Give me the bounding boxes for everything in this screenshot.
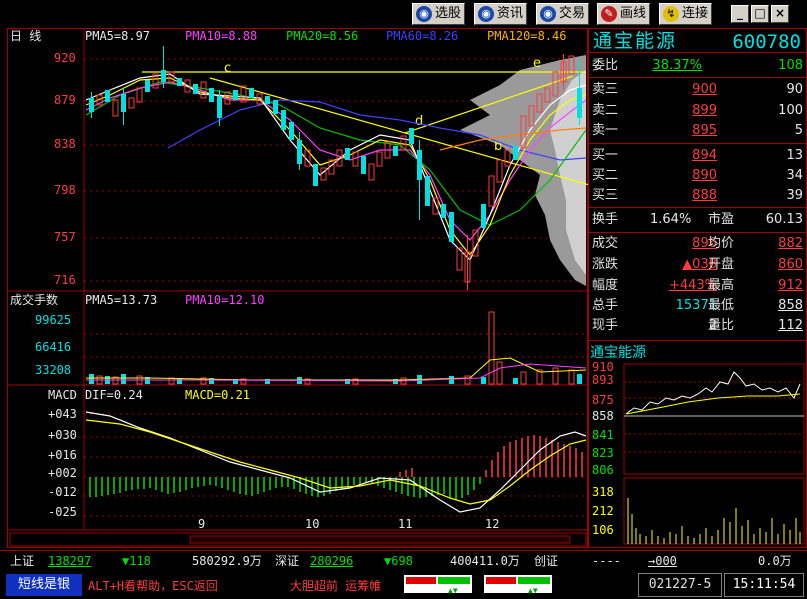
chart-scrollbar[interactable] — [9, 532, 587, 547]
volume-bars — [86, 311, 587, 385]
close-button[interactable]: × — [771, 5, 789, 23]
mini-vol-tick: 212 — [592, 504, 614, 518]
macd-title: MACD — [48, 388, 77, 402]
ask-row-2[interactable]: 卖二 899 100 — [588, 101, 807, 121]
stat-row-volume: 成交 896 均价 882 — [592, 236, 803, 251]
brand-label[interactable]: 短线是银 — [6, 574, 82, 596]
macd-tick: +043 — [48, 407, 77, 421]
macd-tick: +030 — [48, 428, 77, 442]
mini-price-tick: 841 — [592, 428, 614, 442]
turnover-row: 换手 1.64% 市盈 60.13 — [592, 212, 803, 227]
cy-label: 创证 — [534, 554, 559, 568]
cy-amount: 0.0万 — [758, 554, 792, 568]
weibi-row: 委比 38.37% 108 — [592, 58, 803, 73]
bottom-status-bar: 短线是银 ALT+H看帮助，ESC返回 大胆超前 运筹帷 ▲▼ ▲▼ 02122… — [0, 572, 807, 599]
connect-icon: ↯ — [663, 6, 679, 22]
time-display: 15:11:54 — [724, 573, 804, 597]
volume-pma10: PMA10=12.10 — [185, 293, 265, 307]
macd-tick: +016 — [48, 448, 77, 462]
x-tick: 12 — [485, 517, 500, 531]
sh-index: 138297 — [48, 554, 92, 568]
mini-price-tick: 875 — [592, 393, 614, 407]
macd-dif: DIF=0.24 — [85, 388, 143, 402]
sh-amount: 580292.9万 — [192, 554, 262, 568]
macd-tick: -025 — [48, 505, 77, 519]
stat-row-change: 涨跌 ▲038 开盘 860 — [592, 257, 803, 272]
annotation-d: d — [415, 114, 423, 129]
draw-icon: ✎ — [601, 6, 617, 22]
bid-row-3[interactable]: 买三 888 39 — [588, 186, 807, 206]
macd-tick: -012 — [48, 485, 77, 499]
sh-label: 上证 — [10, 554, 35, 568]
cy-arrow: →000 — [648, 554, 677, 568]
help-text: ALT+H看帮助，ESC返回 — [88, 579, 218, 593]
stat-row-total: 总手 15371 最低 858 — [592, 298, 803, 313]
annotation-e: e — [533, 56, 541, 71]
volume-tick: 99625 — [35, 313, 72, 327]
sh-change: ▼118 — [122, 554, 151, 568]
stock-terminal-window: ◉ 选股 ◉ 资讯 ◉ 交易 ✎ 画线 ↯ 连接 _ □ × 日 线 PMA5=8.97 … — [0, 0, 807, 599]
mini-price-tick: 858 — [592, 409, 614, 423]
cy-dash: ---- — [592, 554, 621, 568]
ask-row-1[interactable]: 卖一 895 5 — [588, 121, 807, 141]
macd-tick: +002 — [48, 466, 77, 480]
minimize-button[interactable]: _ — [731, 5, 749, 23]
buy-sell-indicator-2: ▲▼ — [484, 575, 552, 595]
draw-line-button[interactable]: ✎ 画线 — [597, 3, 651, 25]
x-tick: 10 — [305, 517, 320, 531]
quote-panel: 通宝能源 600780 委比 38.37% 108 卖三 900 90 卖二 899 1… — [588, 28, 807, 548]
mini-price-tick: 823 — [592, 446, 614, 460]
connect-button[interactable]: ↯ 连接 — [659, 3, 713, 25]
slogan-text: 大胆超前 运筹帷 — [290, 579, 382, 593]
sz-label: 深证 — [275, 554, 300, 568]
intraday-minichart[interactable] — [588, 358, 807, 548]
mini-price-tick: 806 — [592, 463, 614, 477]
date-display: 021227-5 — [638, 573, 722, 597]
volume-tick: 33208 — [35, 363, 72, 377]
mini-price-tick: 893 — [592, 373, 614, 387]
stock-code: 600780 — [732, 31, 801, 53]
volume-pma5: PMA5=13.73 — [85, 293, 158, 307]
kline-chart[interactable]: c d b e a — [0, 0, 588, 548]
stock-name: 通宝能源 — [593, 30, 678, 52]
x-tick: 11 — [398, 517, 413, 531]
sz-amount: 400411.0万 — [450, 554, 520, 568]
maximize-button[interactable]: □ — [751, 5, 769, 23]
stat-row-range: 幅度 +443% 最高 912 — [592, 278, 803, 293]
market-index-bar: 上证 138297 ▼118 580292.9万 深证 280296 ▼698 … — [0, 550, 807, 570]
mini-vol-tick: 318 — [592, 485, 614, 499]
volume-tick: 66416 — [35, 340, 72, 354]
stat-row-current: 现手 2 量比 112 — [592, 318, 803, 333]
mini-vol-tick: 106 — [592, 523, 614, 537]
sz-index: 280296 — [310, 554, 354, 568]
macd-value: MACD=0.21 — [185, 388, 251, 402]
ask-row-3[interactable]: 卖三 900 90 — [588, 80, 807, 100]
macd-histogram — [85, 411, 587, 513]
volume-profile — [460, 55, 586, 286]
bid-row-2[interactable]: 买二 890 34 — [588, 166, 807, 186]
annotation-c: c — [224, 61, 231, 76]
buy-sell-indicator-1: ▲▼ — [404, 575, 472, 595]
x-tick: 9 — [198, 517, 206, 531]
bid-row-1[interactable]: 买一 894 13 — [588, 146, 807, 166]
volume-title: 成交手数 — [10, 293, 59, 307]
sz-change: ▼698 — [384, 554, 413, 568]
